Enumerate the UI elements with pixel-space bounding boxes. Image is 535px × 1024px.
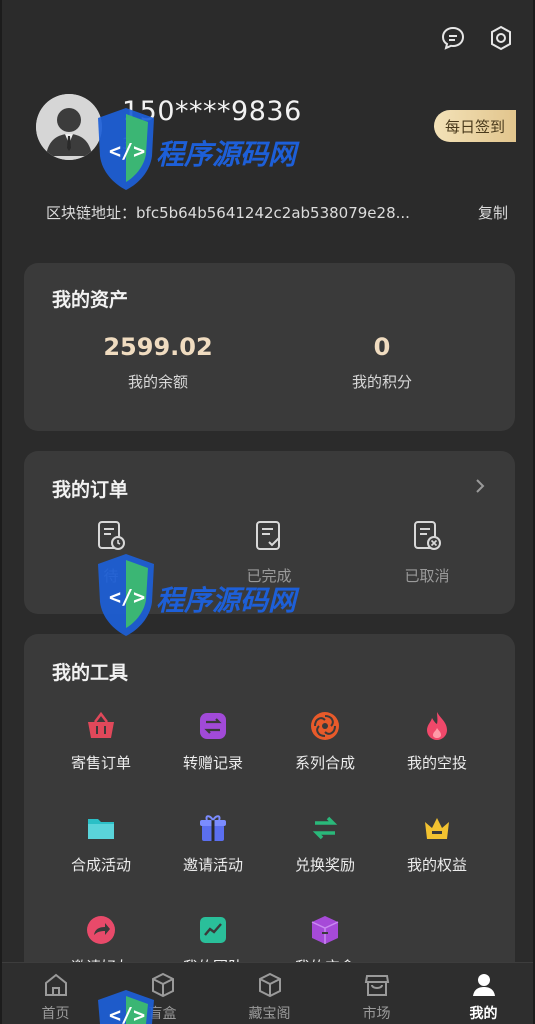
points-stat[interactable]: 0 我的积分 <box>292 333 472 392</box>
watermark-logo: </> 程序源码网 <box>98 108 300 190</box>
watermark-logo: </> 程序源码网 <box>98 554 300 636</box>
blockchain-address-label: 区块链地址： <box>46 204 137 222</box>
assets-title: 我的资产 <box>52 289 129 311</box>
cancelled-order-icon <box>410 519 444 553</box>
tool-label: 寄售订单 <box>70 754 131 772</box>
tool-transfer-records[interactable]: 转赠记录 <box>157 710 269 773</box>
svg-text:程序源码网: 程序源码网 <box>156 584 300 617</box>
tab-label: 藏宝阁 <box>248 1006 291 1022</box>
share-icon <box>85 914 117 946</box>
tool-invite-events[interactable]: 邀请活动 <box>157 812 269 875</box>
watermark-logo: </> <box>98 990 154 1024</box>
svg-text:</>: </> <box>109 585 145 609</box>
tool-my-airdrop[interactable]: 我的空投 <box>381 710 493 773</box>
blockchain-address-value: bfc5b64b5641242c2ab538079e28... <box>136 204 410 222</box>
tool-series-synthesis[interactable]: 系列合成 <box>269 710 381 773</box>
swirl-icon <box>309 710 341 742</box>
completed-order-icon <box>252 519 286 553</box>
tab-market[interactable]: 市场 <box>323 963 430 1024</box>
tool-my-rights[interactable]: 我的权益 <box>381 812 493 875</box>
mine-page: 150****9836 3 每日签到 区块链地址：bfc5b64b5641242… <box>0 0 535 1024</box>
tools-card: 我的工具 寄售订单 转赠记录 系列合成 我的空投 合成活动 邀请活动 兑换奖励 … <box>24 634 515 994</box>
transfer-icon <box>197 710 229 742</box>
blockchain-address: 区块链地址：bfc5b64b5641242c2ab538079e28... <box>46 202 410 223</box>
tab-label: 市场 <box>362 1006 391 1022</box>
svg-text:</>: </> <box>109 139 145 163</box>
settings-icon[interactable] <box>487 24 515 52</box>
bottom-tab-bar: 首页 盲盒 藏宝阁 市场 我的 <box>2 962 533 1024</box>
avatar[interactable] <box>36 94 102 160</box>
balance-stat[interactable]: 2599.02 我的余额 <box>68 333 248 392</box>
balance-value: 2599.02 <box>103 333 213 361</box>
message-icon[interactable] <box>439 24 467 52</box>
tool-label: 兑换奖励 <box>294 856 355 874</box>
svg-text:</>: </> <box>109 1003 145 1024</box>
exchange-icon <box>309 812 341 844</box>
svg-text:程序源码网: 程序源码网 <box>156 138 300 171</box>
blockchain-address-row: 区块链地址：bfc5b64b5641242c2ab538079e28... 复制 <box>46 202 508 223</box>
home-icon <box>42 971 70 999</box>
tool-exchange-rewards[interactable]: 兑换奖励 <box>269 812 381 875</box>
tool-label: 我的权益 <box>406 856 467 874</box>
order-cancelled[interactable]: 已取消 <box>372 519 482 586</box>
basket-icon <box>85 710 117 742</box>
user-icon <box>470 971 498 999</box>
tab-mine[interactable]: 我的 <box>430 963 533 1024</box>
tool-consignment-orders[interactable]: 寄售订单 <box>45 710 157 773</box>
crown-icon <box>421 812 453 844</box>
orders-title: 我的订单 <box>52 479 129 501</box>
tab-home[interactable]: 首页 <box>2 963 109 1024</box>
chevron-right-icon[interactable] <box>473 477 487 499</box>
copy-address-button[interactable]: 复制 <box>478 202 508 223</box>
header-actions <box>439 24 515 52</box>
treasure-icon <box>256 971 284 999</box>
tab-label: 首页 <box>41 1006 70 1022</box>
tool-label: 我的空投 <box>406 754 467 772</box>
tool-synthesis-events[interactable]: 合成活动 <box>45 812 157 875</box>
assets-card: 我的资产 2599.02 我的余额 0 我的积分 <box>24 263 515 431</box>
folder-icon <box>85 812 117 844</box>
points-value: 0 <box>373 333 391 361</box>
order-cancelled-label: 已取消 <box>404 567 450 585</box>
tool-label: 转赠记录 <box>182 754 243 772</box>
tool-label: 合成活动 <box>70 856 131 874</box>
flame-icon <box>421 710 453 742</box>
tools-title: 我的工具 <box>52 662 129 684</box>
pending-order-icon <box>94 519 128 553</box>
points-label: 我的积分 <box>351 373 412 391</box>
gift-icon <box>197 812 229 844</box>
store-icon <box>363 971 391 999</box>
box-icon <box>309 914 341 946</box>
tool-label: 邀请活动 <box>182 856 243 874</box>
chart-icon <box>197 914 229 946</box>
balance-label: 我的余额 <box>127 373 188 391</box>
tool-label: 系列合成 <box>294 754 355 772</box>
daily-checkin-button[interactable]: 每日签到 <box>434 110 516 142</box>
tab-label: 我的 <box>469 1006 498 1022</box>
